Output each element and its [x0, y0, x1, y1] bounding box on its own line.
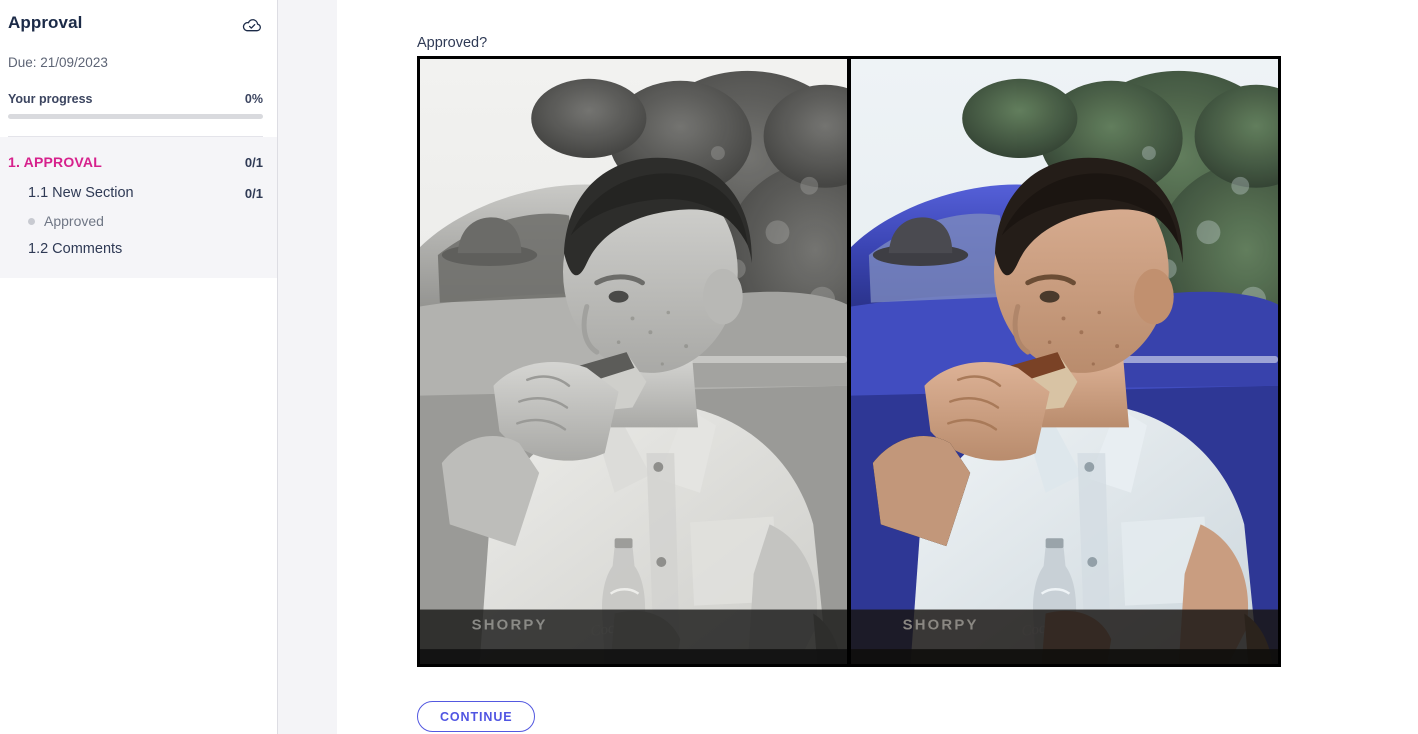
continue-button[interactable]: CONTINUE	[417, 701, 536, 732]
question-text: Approved?	[417, 35, 488, 51]
page-title: Approval	[8, 13, 83, 32]
progress-row: Your progress 0%	[8, 92, 263, 106]
continue-row: CONTINUE	[417, 701, 1418, 732]
app-root: Approval Due: 21/09/2023 Your progress 0…	[0, 0, 1418, 734]
sidebar-item-comments[interactable]: 1.2 Comments	[0, 234, 277, 264]
layout-gutter	[278, 0, 337, 734]
photo-half-bw: Coca-Cola SHORPY	[420, 59, 848, 664]
image-split-divider	[847, 59, 851, 664]
sidebar-item-count: 0/1	[244, 185, 263, 201]
sidebar-title-row: Approval	[8, 12, 263, 36]
section-nav: 1. APPROVAL 0/1 1.1 New Section 0/1 Appr…	[0, 137, 277, 278]
sidebar-item-approval[interactable]: 1. APPROVAL 0/1	[0, 149, 277, 175]
main-content: Approved? SHORPY SHORPY CONTINUE	[337, 0, 1418, 734]
photo-half-color: Coca-Cola SHORPY	[850, 59, 1278, 664]
progress-percent: 0%	[244, 92, 263, 106]
sidebar: Approval Due: 21/09/2023 Your progress 0…	[0, 0, 278, 734]
progress-label: Your progress	[8, 92, 93, 106]
due-date: Due: 21/09/2023	[8, 55, 108, 70]
sidebar-item-label: 1.2 Comments	[28, 241, 123, 257]
sidebar-item-approved[interactable]: Approved	[0, 208, 277, 234]
sidebar-item-count: 0/1	[244, 154, 263, 170]
watermark-right: SHORPY	[903, 617, 979, 633]
sidebar-header: Approval Due: 21/09/2023 Your progress 0…	[0, 0, 277, 137]
sidebar-item-label: 1.1 New Section	[28, 185, 134, 201]
progress-bar	[8, 114, 263, 119]
comparison-image[interactable]: Coca-Cola SHORPY	[417, 56, 1281, 667]
comparison-image-graphic: Coca-Cola SHORPY	[420, 59, 1278, 664]
bullet-icon	[28, 217, 35, 225]
sidebar-item-new-section[interactable]: 1.1 New Section 0/1	[0, 178, 277, 208]
sidebar-item-label: 1. APPROVAL	[8, 154, 102, 170]
cloud-done-icon[interactable]	[241, 14, 263, 36]
watermark-left: SHORPY	[472, 617, 548, 633]
sidebar-item-label: Approved	[44, 213, 104, 229]
